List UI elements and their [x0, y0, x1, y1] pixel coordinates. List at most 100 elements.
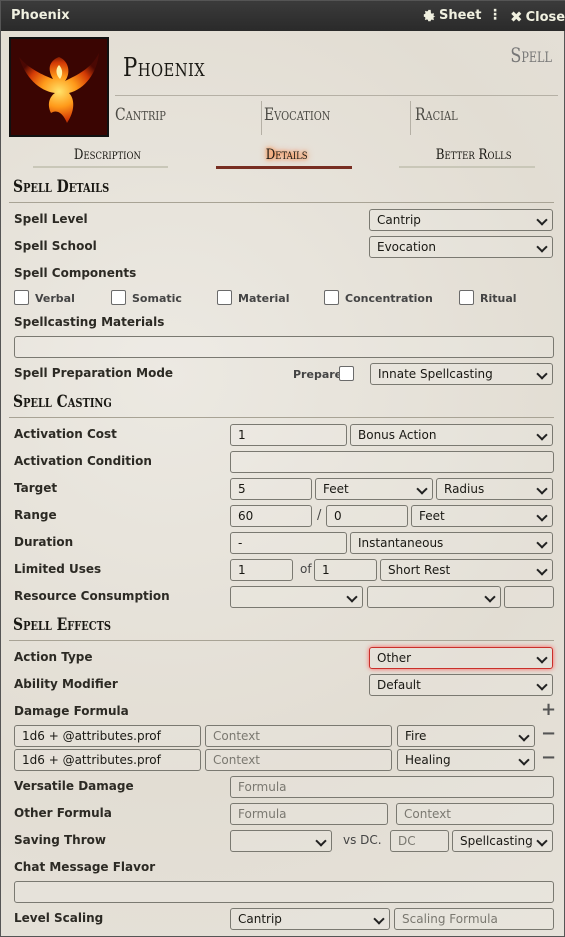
target-units-select[interactable]: Feet: [315, 478, 433, 500]
activation-cost-label: Activation Cost: [14, 427, 117, 441]
damage-formula-input[interactable]: 1d6 + @attributes.prof: [14, 725, 201, 747]
ability-modifier-select[interactable]: Default: [369, 674, 553, 696]
item-portrait[interactable]: [9, 37, 109, 137]
chat-flavor-label: Chat Message Flavor: [14, 860, 156, 874]
tab-underline: [399, 166, 535, 168]
section-divider: [9, 417, 554, 418]
prepared-checkbox[interactable]: [339, 366, 354, 381]
window-title: Phoenix: [11, 8, 70, 23]
target-label: Target: [14, 481, 58, 495]
item-type-label: Spell: [510, 43, 552, 67]
remove-damage-icon[interactable]: −: [541, 723, 556, 744]
header-divider: [115, 95, 558, 96]
somatic-checkbox[interactable]: [111, 290, 126, 305]
damage-context-input[interactable]: Context: [205, 725, 392, 747]
damage-context-input[interactable]: Context: [205, 749, 392, 771]
range-separator: /: [317, 508, 322, 523]
other-context-input[interactable]: Context: [396, 803, 554, 825]
range-long-input[interactable]: 0: [326, 505, 408, 527]
level-scaling-label: Level Scaling: [14, 911, 104, 925]
section-divider: [9, 202, 554, 203]
section-heading-spell-effects: Spell Effects: [13, 615, 112, 635]
saving-throw-label: Saving Throw: [14, 833, 106, 847]
damage-type-select[interactable]: Healing: [397, 749, 535, 771]
duration-value-input[interactable]: -: [230, 532, 347, 554]
spell-level-select[interactable]: Cantrip: [369, 209, 553, 231]
sheet-config-button[interactable]: Sheet: [423, 8, 481, 23]
preparation-mode-select[interactable]: Innate Spellcasting: [370, 363, 553, 385]
target-type-select[interactable]: Radius: [436, 478, 553, 500]
uses-of-label: of: [300, 562, 312, 576]
damage-formula-input[interactable]: 1d6 + @attributes.prof: [14, 749, 201, 771]
consumption-amount-input[interactable]: [504, 586, 554, 608]
consumption-type-select[interactable]: [230, 586, 363, 608]
section-heading-spell-casting: Spell Casting: [13, 392, 112, 412]
versatile-damage-input[interactable]: Formula: [230, 776, 554, 798]
more-options-icon[interactable]: ⋮: [488, 7, 502, 23]
range-value-input[interactable]: 60: [230, 505, 312, 527]
activation-condition-label: Activation Condition: [14, 454, 152, 468]
add-damage-icon[interactable]: +: [541, 699, 556, 720]
action-type-label: Action Type: [14, 650, 93, 664]
material-label: Material: [238, 292, 290, 305]
spell-school-select[interactable]: Evocation: [369, 236, 553, 258]
uses-value-input[interactable]: 1: [230, 559, 293, 581]
other-formula-label: Other Formula: [14, 806, 112, 820]
action-type-select[interactable]: Other: [369, 647, 553, 669]
damage-type-select[interactable]: Fire: [397, 725, 535, 747]
remove-damage-icon[interactable]: −: [541, 747, 556, 768]
close-label: Close: [525, 9, 565, 25]
tab-details[interactable]: Details: [266, 147, 308, 163]
uses-recovery-select[interactable]: Short Rest: [380, 559, 553, 581]
scaling-formula-input[interactable]: Scaling Formula: [394, 908, 554, 930]
somatic-label: Somatic: [132, 292, 182, 305]
duration-units-select[interactable]: Instantaneous: [350, 532, 553, 554]
spellcasting-materials-label: Spellcasting Materials: [14, 315, 165, 329]
section-divider: [9, 640, 554, 641]
ritual-label: Ritual: [480, 292, 517, 305]
close-icon: ✖: [510, 8, 523, 26]
spell-components-label: Spell Components: [14, 266, 137, 280]
level-scaling-select[interactable]: Cantrip: [230, 908, 390, 930]
versatile-damage-label: Versatile Damage: [14, 779, 134, 793]
item-name[interactable]: Phoenix: [123, 53, 205, 83]
material-checkbox[interactable]: [217, 290, 232, 305]
item-sheet-window: Phoenix Sheet ⋮ ✖ Close Phoenix Spell Ca…: [0, 0, 565, 937]
target-value-input[interactable]: 5: [230, 478, 312, 500]
header-divider: [410, 101, 411, 135]
tab-better-rolls[interactable]: Better Rolls: [436, 147, 512, 163]
verbal-checkbox[interactable]: [14, 290, 29, 305]
tab-description[interactable]: Description: [74, 147, 141, 163]
uses-max-input[interactable]: 1: [314, 559, 377, 581]
tab-underline-active: [216, 166, 352, 169]
header-divider: [261, 101, 262, 135]
damage-formula-label: Damage Formula: [14, 704, 129, 718]
consumption-target-select[interactable]: [367, 586, 501, 608]
header-source[interactable]: Racial: [415, 105, 458, 135]
section-heading-spell-details: Spell Details: [13, 177, 110, 197]
spell-level-label: Spell Level: [14, 212, 88, 226]
activation-type-select[interactable]: Bonus Action: [350, 424, 553, 446]
range-units-select[interactable]: Feet: [411, 505, 553, 527]
saving-ability-select[interactable]: [230, 830, 332, 852]
activation-condition-input[interactable]: [230, 451, 554, 473]
ritual-checkbox[interactable]: [459, 290, 474, 305]
close-button[interactable]: ✖ Close: [510, 8, 565, 26]
save-scaling-select[interactable]: Spellcasting: [452, 830, 553, 852]
spell-school-label: Spell School: [14, 239, 97, 253]
concentration-checkbox[interactable]: [324, 290, 339, 305]
range-label: Range: [14, 508, 57, 522]
save-dc-input[interactable]: DC: [390, 830, 449, 852]
phoenix-image: [11, 39, 107, 135]
verbal-label: Verbal: [35, 292, 75, 305]
gear-icon: [423, 9, 436, 22]
concentration-label: Concentration: [345, 292, 433, 305]
chat-flavor-input[interactable]: [14, 881, 554, 903]
activation-cost-input[interactable]: 1: [230, 424, 347, 446]
other-formula-input[interactable]: Formula: [230, 803, 388, 825]
spellcasting-materials-input[interactable]: [14, 336, 554, 358]
header-spell-level: Cantrip: [115, 105, 166, 125]
window-titlebar[interactable]: Phoenix Sheet ⋮ ✖ Close: [1, 1, 565, 31]
ability-modifier-label: Ability Modifier: [14, 677, 118, 691]
vs-dc-label: vs DC.: [343, 833, 382, 847]
